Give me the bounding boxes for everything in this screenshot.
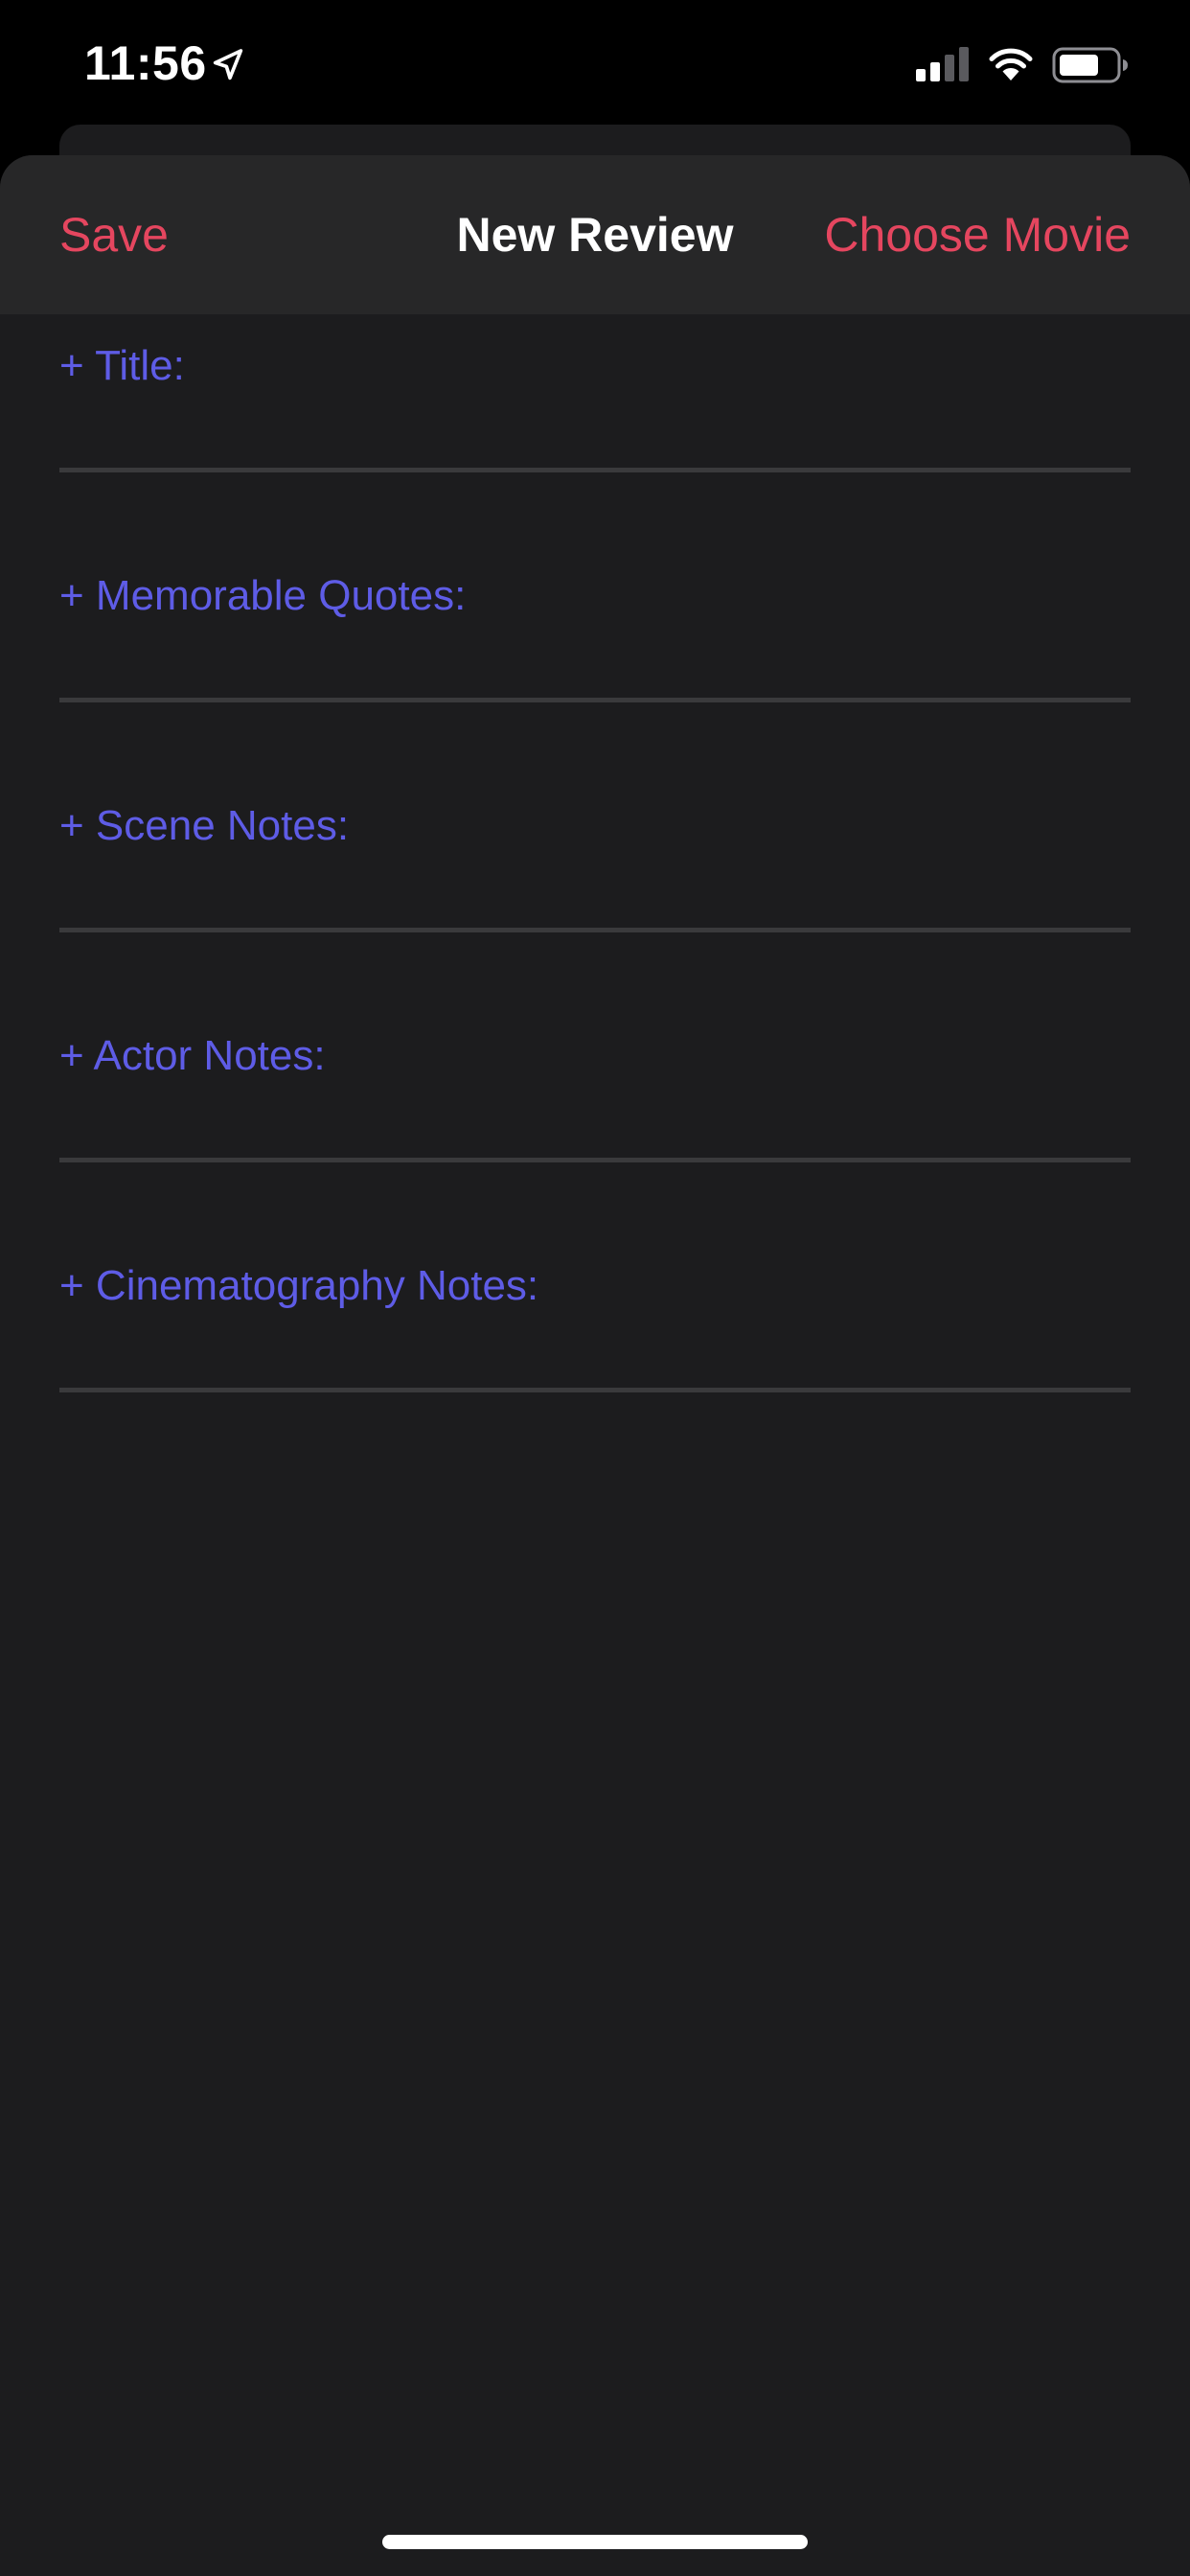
scene-notes-field[interactable]: + Scene Notes: (59, 797, 1131, 960)
battery-icon (1052, 47, 1128, 83)
title-field-underline (59, 468, 1131, 472)
actor-notes-input[interactable] (59, 1092, 1131, 1150)
new-review-sheet: Save New Review Choose Movie + Title: + … (0, 155, 1190, 2576)
title-field-label[interactable]: + Title: (59, 337, 185, 395)
scene-notes-field-underline (59, 928, 1131, 932)
location-arrow-icon (213, 49, 243, 80)
memorable-quotes-field-label[interactable]: + Memorable Quotes: (59, 567, 466, 625)
navigation-bar: Save New Review Choose Movie (0, 155, 1190, 314)
screen: 11:56 Save New Review Choose Movie + Tit… (0, 0, 1190, 2576)
title-field[interactable]: + Title: (59, 337, 1131, 500)
wifi-icon (989, 48, 1033, 80)
memorable-quotes-input[interactable] (59, 632, 1131, 690)
status-bar: 11:56 (0, 0, 1190, 125)
title-input[interactable] (59, 402, 1131, 460)
actor-notes-field-underline (59, 1158, 1131, 1162)
cinematography-notes-input[interactable] (59, 1322, 1131, 1380)
home-indicator[interactable] (382, 2535, 808, 2549)
cellular-signal-icon (916, 47, 969, 81)
memorable-quotes-field-underline (59, 698, 1131, 702)
cinematography-notes-field-label[interactable]: + Cinematography Notes: (59, 1257, 538, 1315)
actor-notes-field-label[interactable]: + Actor Notes: (59, 1027, 326, 1085)
cinematography-notes-field-underline (59, 1388, 1131, 1392)
status-time: 11:56 (84, 36, 207, 90)
scene-notes-field-label[interactable]: + Scene Notes: (59, 797, 349, 855)
scene-notes-input[interactable] (59, 862, 1131, 920)
cinematography-notes-field[interactable]: + Cinematography Notes: (59, 1257, 1131, 1420)
memorable-quotes-field[interactable]: + Memorable Quotes: (59, 567, 1131, 730)
choose-movie-button[interactable]: Choose Movie (824, 203, 1131, 266)
actor-notes-field[interactable]: + Actor Notes: (59, 1027, 1131, 1190)
